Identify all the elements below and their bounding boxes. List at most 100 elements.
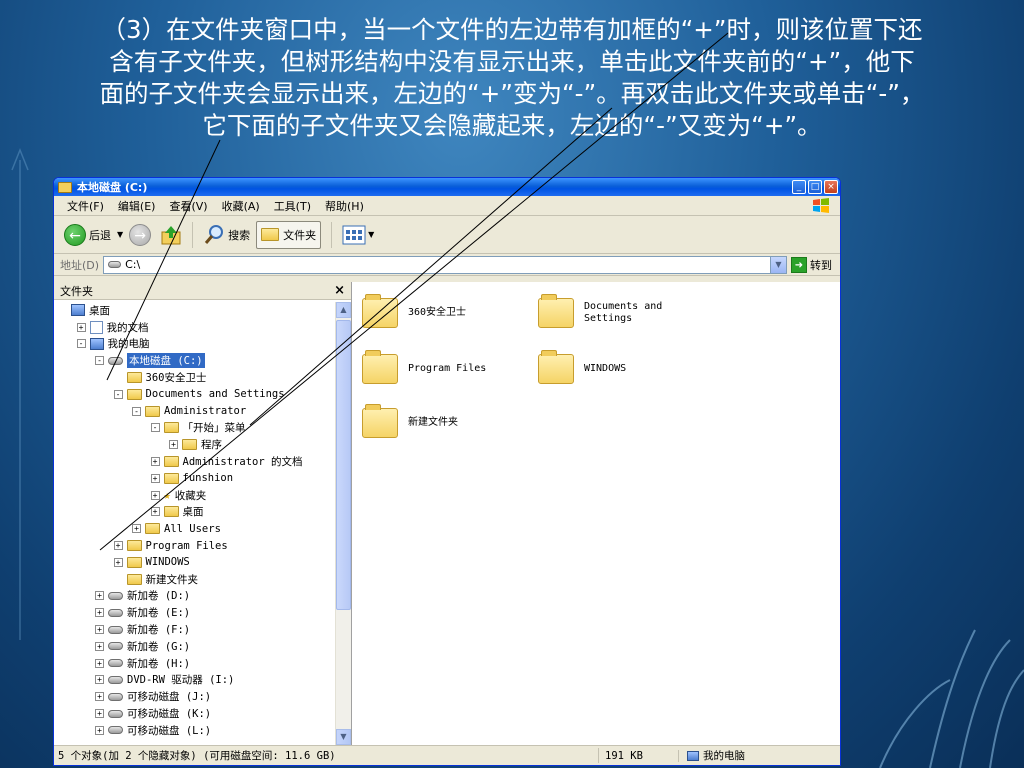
- tree-item[interactable]: + 新加卷 (H:): [54, 655, 335, 672]
- views-button[interactable]: ▼: [342, 225, 374, 245]
- expand-icon[interactable]: +: [132, 524, 141, 534]
- go-button[interactable]: 转到: [810, 257, 832, 273]
- tree-item[interactable]: + Program Files: [54, 537, 335, 554]
- tree-item[interactable]: + 新加卷 (D:): [54, 588, 335, 605]
- tree-item-label: 我的文档: [106, 321, 149, 334]
- folder-icon: [58, 181, 72, 193]
- address-value: C:\: [125, 258, 141, 271]
- tree-item[interactable]: + All Users: [54, 520, 335, 537]
- expand-icon[interactable]: +: [150, 507, 160, 517]
- tree-item[interactable]: + 可移动磁盘 (J:): [54, 688, 335, 705]
- title-bar[interactable]: 本地磁盘 (C:) _ □ ×: [54, 178, 840, 196]
- expand-icon[interactable]: +: [95, 675, 104, 685]
- folder-icon: [126, 372, 142, 384]
- folder-icon: [261, 228, 280, 241]
- go-arrow-icon[interactable]: ➜: [791, 256, 807, 273]
- status-location-cell: 我的电脑: [679, 748, 745, 763]
- tree-item[interactable]: + 可移动磁盘 (L:): [54, 722, 335, 739]
- expand-icon[interactable]: +: [150, 457, 160, 467]
- expand-icon[interactable]: +: [76, 322, 86, 332]
- maximize-button[interactable]: □: [808, 180, 822, 194]
- tree-item-label: 本地磁盘 (C:): [127, 353, 205, 369]
- close-icon[interactable]: ×: [334, 283, 345, 298]
- close-button[interactable]: ×: [824, 180, 838, 194]
- folder-icon: [126, 540, 142, 552]
- menu-file[interactable]: 文件(F): [60, 198, 111, 214]
- tree-item[interactable]: + 程序: [54, 436, 335, 453]
- file-item[interactable]: Program Files: [362, 350, 498, 384]
- dvd-drive-icon: [108, 675, 123, 684]
- expand-icon[interactable]: +: [95, 658, 104, 668]
- scroll-up-icon[interactable]: ▲: [336, 302, 351, 318]
- back-button[interactable]: ← 后退 ▼: [64, 223, 123, 246]
- tree-item[interactable]: - 我的电脑: [54, 336, 335, 353]
- menu-favorites[interactable]: 收藏(A): [215, 198, 267, 214]
- expand-icon[interactable]: +: [95, 709, 104, 719]
- collapse-icon[interactable]: -: [132, 406, 141, 416]
- menu-view[interactable]: 查看(V): [162, 198, 214, 214]
- collapse-icon[interactable]: -: [95, 356, 104, 366]
- expand-icon[interactable]: +: [95, 625, 104, 635]
- expand-icon[interactable]: +: [113, 557, 123, 567]
- tree-item[interactable]: + WINDOWS: [54, 554, 335, 571]
- minimize-button[interactable]: _: [792, 180, 806, 194]
- tree-item[interactable]: + DVD-RW 驱动器 (I:): [54, 672, 335, 689]
- tree-item-label: Administrator 的文档: [182, 456, 303, 469]
- collapse-icon[interactable]: -: [76, 339, 86, 349]
- tree-item[interactable]: + 新加卷 (F:): [54, 621, 335, 638]
- tree-item[interactable]: + 我的文档: [54, 319, 335, 336]
- drive-icon: [108, 356, 123, 365]
- expand-icon[interactable]: +: [113, 541, 123, 551]
- tree-item[interactable]: + 新加卷 (G:): [54, 638, 335, 655]
- drive-icon: [108, 709, 123, 718]
- search-button[interactable]: 搜索: [203, 224, 250, 246]
- scroll-thumb[interactable]: [336, 320, 351, 610]
- expand-icon[interactable]: +: [169, 440, 178, 450]
- file-item[interactable]: WINDOWS: [538, 350, 674, 384]
- scroll-down-icon[interactable]: ▼: [336, 729, 351, 745]
- menu-edit[interactable]: 编辑(E): [111, 198, 163, 214]
- file-item[interactable]: 新建文件夹: [362, 404, 498, 438]
- expand-icon[interactable]: +: [95, 641, 104, 651]
- collapse-icon[interactable]: -: [113, 389, 123, 399]
- folders-pane-header: 文件夹 ×: [54, 282, 351, 300]
- expand-icon[interactable]: +: [150, 490, 160, 500]
- folder-tree: 桌面 + 我的文档 - 我的电脑 - 本地磁盘 (C:) 360安全卫士 - Documents …: [54, 302, 335, 745]
- tree-item[interactable]: - Documents and Settings: [54, 386, 335, 403]
- tree-scrollbar[interactable]: ▲ ▼: [335, 302, 351, 745]
- expand-icon[interactable]: +: [95, 692, 104, 702]
- tree-item[interactable]: + 桌面: [54, 504, 335, 521]
- tree-item[interactable]: 新建文件夹: [54, 571, 335, 588]
- tree-item[interactable]: 桌面: [54, 302, 335, 319]
- folder-icon: [126, 388, 142, 400]
- up-folder-button[interactable]: [160, 224, 182, 246]
- menu-tools[interactable]: 工具(T): [267, 198, 318, 214]
- file-item[interactable]: 360安全卫士: [362, 294, 498, 328]
- folder-icon: [126, 573, 142, 585]
- tree-item[interactable]: + ★ 收藏夹: [54, 487, 335, 504]
- tree-item[interactable]: 360安全卫士: [54, 369, 335, 386]
- file-item[interactable]: Documents and Settings: [538, 294, 674, 328]
- tree-item[interactable]: - Administrator: [54, 403, 335, 420]
- forward-button[interactable]: →: [129, 223, 154, 246]
- tree-item-label: 360安全卫士: [145, 372, 207, 385]
- tree-item[interactable]: - 本地磁盘 (C:): [54, 352, 335, 369]
- address-bar: 地址(D) C:\ ▼ ➜ 转到: [54, 254, 840, 276]
- chevron-down-icon[interactable]: ▼: [770, 256, 786, 273]
- status-bar: 5 个对象(加 2 个隐藏对象) (可用磁盘空间: 11.6 GB) 191 K…: [54, 745, 840, 765]
- computer-icon: [89, 337, 104, 350]
- tree-item[interactable]: - 「开始」菜单: [54, 420, 335, 437]
- tree-item[interactable]: + 新加卷 (E:): [54, 604, 335, 621]
- tree-item[interactable]: + Administrator 的文档: [54, 453, 335, 470]
- expand-icon[interactable]: +: [95, 608, 104, 618]
- folder-icon: [163, 472, 179, 484]
- address-input[interactable]: C:\ ▼: [103, 255, 787, 274]
- expand-icon[interactable]: +: [95, 591, 104, 601]
- expand-icon[interactable]: +: [150, 473, 160, 483]
- collapse-icon[interactable]: -: [150, 423, 160, 433]
- tree-item[interactable]: + 可移动磁盘 (K:): [54, 705, 335, 722]
- tree-item[interactable]: + funshion: [54, 470, 335, 487]
- menu-help[interactable]: 帮助(H): [318, 198, 371, 214]
- folders-button[interactable]: 文件夹: [256, 220, 322, 249]
- expand-icon[interactable]: +: [95, 725, 104, 735]
